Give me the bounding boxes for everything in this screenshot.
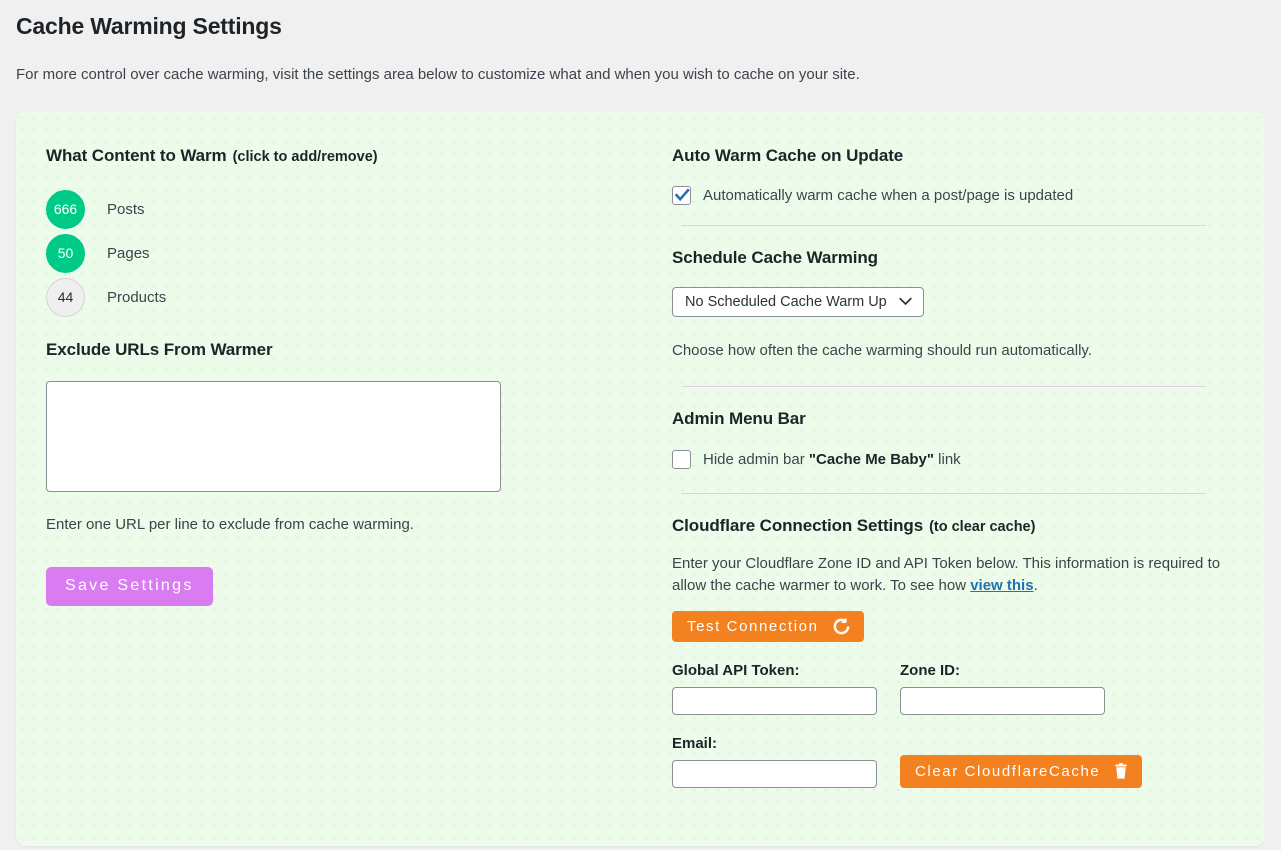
checkmark-icon — [673, 186, 692, 205]
content-type-products[interactable]: 44 Products — [46, 275, 166, 319]
posts-label: Posts — [107, 201, 145, 218]
email-input[interactable] — [672, 760, 877, 788]
zone-id-field-group: Zone ID: — [900, 662, 1105, 715]
exclude-urls-textarea[interactable] — [46, 381, 501, 492]
cloudflare-heading-title: Cloudflare Connection Settings — [672, 516, 923, 535]
test-connection-button[interactable]: Test Connection — [672, 611, 864, 642]
hide-admin-bar-label: Hide admin bar "Cache Me Baby" link — [703, 451, 961, 468]
clear-cloudflare-cache-label: Clear CloudflareCache — [915, 763, 1100, 780]
auto-warm-checkbox-label: Automatically warm cache when a post/pag… — [703, 187, 1073, 204]
trash-icon — [1113, 763, 1129, 780]
clear-cloudflare-cache-button[interactable]: Clear CloudflareCache — [900, 755, 1142, 788]
hide-admin-bar-checkbox-row[interactable]: Hide admin bar "Cache Me Baby" link — [672, 450, 1227, 469]
global-api-token-field-group: Global API Token: — [672, 662, 877, 715]
save-settings-button[interactable]: Save Settings — [46, 567, 213, 606]
right-column: Auto Warm Cache on Update Automatically … — [644, 112, 1265, 846]
pages-count-badge[interactable]: 50 — [46, 234, 85, 273]
schedule-select[interactable]: No Scheduled Cache Warm Up — [672, 287, 924, 317]
cloudflare-description-pre: Enter your Cloudflare Zone ID and API To… — [672, 555, 1220, 594]
divider-admin-bar — [682, 493, 1206, 494]
left-column: What Content to Warm (click to add/remove… — [16, 112, 644, 846]
hide-admin-bar-label-pre: Hide admin bar — [703, 451, 809, 468]
posts-count-badge[interactable]: 666 — [46, 190, 85, 229]
global-api-token-input[interactable] — [672, 687, 877, 715]
auto-warm-checkbox-row[interactable]: Automatically warm cache when a post/pag… — [672, 186, 1227, 205]
what-content-to-warm-title: What Content to Warm — [46, 146, 227, 165]
hide-admin-bar-checkbox[interactable] — [672, 450, 691, 469]
content-type-posts[interactable]: 666 Posts — [46, 187, 145, 231]
divider-schedule — [682, 386, 1206, 387]
refresh-icon — [832, 617, 851, 636]
email-label: Email: — [672, 735, 877, 752]
schedule-heading: Schedule Cache Warming — [672, 248, 1227, 268]
admin-menu-bar-heading: Admin Menu Bar — [672, 409, 1227, 429]
settings-panel: What Content to Warm (click to add/remove… — [16, 112, 1265, 846]
cloudflare-heading-sub: (to clear cache) — [929, 519, 1035, 535]
cloudflare-description-post: . — [1034, 577, 1038, 594]
page-intro-text: For more control over cache warming, vis… — [16, 42, 1265, 85]
pages-label: Pages — [107, 245, 150, 262]
cloudflare-heading: Cloudflare Connection Settings (to clear … — [672, 516, 1227, 536]
cloudflare-description: Enter your Cloudflare Zone ID and API To… — [672, 553, 1227, 597]
content-type-list: 666 Posts 50 Pages 44 Products — [46, 187, 644, 319]
global-api-token-label: Global API Token: — [672, 662, 877, 679]
hide-admin-bar-label-bold: "Cache Me Baby" — [809, 451, 934, 468]
hide-admin-bar-label-post: link — [934, 451, 961, 468]
what-content-to-warm-hint: (click to add/remove) — [233, 149, 378, 165]
chevron-down-icon — [899, 297, 912, 306]
email-field-group: Email: — [672, 735, 877, 788]
settings-page: Cache Warming Settings For more control … — [0, 0, 1281, 846]
auto-warm-checkbox[interactable] — [672, 186, 691, 205]
schedule-description: Choose how often the cache warming shoul… — [672, 340, 1227, 362]
products-label: Products — [107, 289, 166, 306]
zone-id-input[interactable] — [900, 687, 1105, 715]
cloudflare-credentials-row: Global API Token: Zone ID: — [672, 662, 1227, 715]
products-count-badge[interactable]: 44 — [46, 278, 85, 317]
content-type-pages[interactable]: 50 Pages — [46, 231, 150, 275]
clear-cache-button-group: Clear CloudflareCache — [900, 755, 1142, 788]
what-content-to-warm-heading: What Content to Warm (click to add/remove… — [46, 146, 644, 166]
auto-warm-heading: Auto Warm Cache on Update — [672, 146, 1227, 166]
exclude-urls-heading: Exclude URLs From Warmer — [46, 340, 644, 360]
schedule-select-value: No Scheduled Cache Warm Up — [685, 294, 887, 310]
exclude-urls-hint: Enter one URL per line to exclude from c… — [46, 516, 644, 533]
zone-id-label: Zone ID: — [900, 662, 1105, 679]
cloudflare-email-row: Email: Clear CloudflareCache — [672, 735, 1227, 788]
view-this-link[interactable]: view this — [970, 577, 1033, 594]
page-title: Cache Warming Settings — [16, 0, 1265, 42]
divider-auto-warm — [682, 225, 1206, 226]
test-connection-label: Test Connection — [687, 618, 819, 635]
